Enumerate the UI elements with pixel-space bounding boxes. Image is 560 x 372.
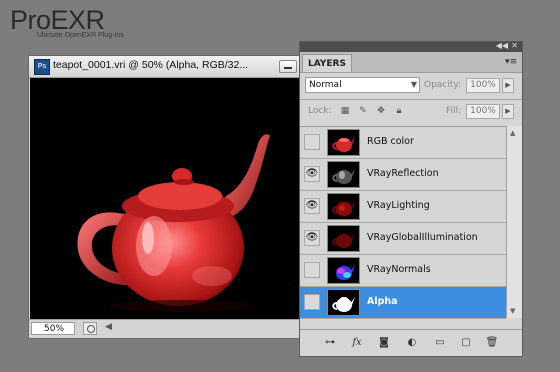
document-window: Ps teapot_0001.vri @ 50% (Alpha, RGB/32.…	[28, 55, 306, 339]
link-layers-icon[interactable]: ⊶	[322, 336, 338, 350]
layer-row-alpha[interactable]: Alpha	[300, 287, 506, 319]
layer-thumbnail	[327, 257, 360, 284]
eye-icon[interactable]: 👁︎	[304, 230, 320, 246]
layer-row-vraylighting[interactable]: 👁︎ VRayLighting	[300, 191, 506, 223]
lock-label: Lock:	[308, 106, 332, 116]
layers-panel: ◀◀ ✕ LAYERS ▾≡ Normal ▼ Opacity: 100% ▶ …	[299, 41, 523, 357]
logo-subtitle: Ultimate OpenEXR Plug-Ins	[37, 32, 124, 39]
zoom-field[interactable]: 50%	[31, 322, 75, 335]
layers-scrollbar[interactable]: ▲ ▼	[506, 126, 522, 318]
fill-label: Fill:	[446, 106, 462, 116]
layer-row-vrayglobalillumination[interactable]: 👁︎ VRayGlobalIllumination	[300, 223, 506, 255]
layer-style-icon[interactable]: fx	[348, 336, 366, 350]
status-bar: 50% ◀	[29, 319, 305, 338]
blend-row: Normal ▼ Opacity: 100% ▶	[300, 74, 522, 98]
collapse-icon[interactable]: ◀◀	[496, 41, 508, 50]
blend-mode-select[interactable]: Normal ▼	[305, 77, 420, 93]
layers-list: RGB color 👁︎ VRayReflection 👁︎ VRayLight…	[300, 126, 506, 319]
visibility-toggle[interactable]	[304, 134, 320, 150]
document-title: teapot_0001.vri @ 50% (Alpha, RGB/32...	[53, 59, 249, 71]
layer-row-vrayreflection[interactable]: 👁︎ VRayReflection	[300, 159, 506, 191]
photoshop-icon: Ps	[34, 59, 50, 75]
opacity-field[interactable]: 100%	[466, 78, 500, 93]
panel-menu-icon[interactable]: ▾≡	[505, 57, 517, 67]
logo-title: ProEXR	[10, 5, 105, 35]
fill-slider-button[interactable]: ▶	[502, 104, 514, 119]
scroll-left-icon[interactable]: ◀	[105, 322, 112, 332]
new-group-icon[interactable]: ▭	[432, 336, 448, 350]
blend-mode-value: Normal	[309, 80, 342, 90]
scroll-up-icon[interactable]: ▲	[510, 129, 515, 137]
layer-name: RGB color	[367, 136, 414, 147]
panel-tab-row: LAYERS ▾≡	[300, 52, 522, 73]
eye-icon[interactable]: 👁︎	[304, 166, 320, 182]
opacity-label: Opacity:	[424, 80, 461, 90]
new-layer-icon[interactable]: ▢	[458, 336, 474, 350]
layer-name: VRayGlobalIllumination	[367, 232, 478, 243]
layer-name: Alpha	[367, 296, 398, 307]
minimize-button[interactable]	[279, 60, 297, 73]
panel-top-bar[interactable]: ◀◀ ✕	[300, 41, 522, 52]
scroll-down-icon[interactable]: ▼	[510, 307, 515, 315]
document-info-icon[interactable]	[83, 322, 97, 335]
adjustment-layer-icon[interactable]: ◐	[404, 336, 420, 350]
layer-thumbnail	[327, 129, 360, 156]
tab-layers[interactable]: LAYERS	[302, 54, 352, 72]
layers-bottom-bar: ⊶ fx ◙ ◐ ▭ ▢ 🗑︎	[300, 329, 522, 356]
lock-transparent-icon[interactable]: ▦	[340, 106, 350, 116]
layer-name: VRayLighting	[367, 200, 430, 211]
document-title-bar[interactable]: Ps teapot_0001.vri @ 50% (Alpha, RGB/32.…	[29, 56, 305, 78]
close-icon[interactable]: ✕	[511, 41, 518, 50]
layer-thumbnail	[327, 193, 360, 220]
fill-field[interactable]: 100%	[466, 104, 500, 119]
layer-row-rgb-color[interactable]: RGB color	[300, 127, 506, 159]
proexr-logo: ProEXR Ultimate OpenEXR Plug-Ins	[10, 6, 124, 39]
layer-name: VRayReflection	[367, 168, 439, 179]
eye-icon[interactable]: 👁︎	[304, 198, 320, 214]
lock-all-icon[interactable]: 🔒︎	[394, 106, 404, 116]
trash-icon[interactable]: 🗑︎	[484, 336, 500, 350]
lock-image-brush-icon[interactable]: ✎	[358, 106, 368, 116]
lock-position-icon[interactable]: ✥	[376, 106, 386, 116]
layer-row-vraynormals[interactable]: VRayNormals	[300, 255, 506, 287]
layer-name: VRayNormals	[367, 264, 431, 275]
image-canvas[interactable]	[30, 78, 305, 320]
layer-thumbnail	[327, 289, 360, 316]
chevron-down-icon: ▼	[410, 80, 417, 89]
add-mask-icon[interactable]: ◙	[376, 336, 392, 350]
layer-thumbnail	[327, 161, 360, 188]
layer-thumbnail	[327, 225, 360, 252]
opacity-slider-button[interactable]: ▶	[502, 78, 514, 93]
lock-row: Lock: ▦ ✎ ✥ 🔒︎ Fill: 100% ▶	[300, 100, 522, 124]
visibility-toggle[interactable]	[304, 294, 320, 310]
teapot-render	[77, 134, 270, 312]
visibility-toggle[interactable]	[304, 262, 320, 278]
